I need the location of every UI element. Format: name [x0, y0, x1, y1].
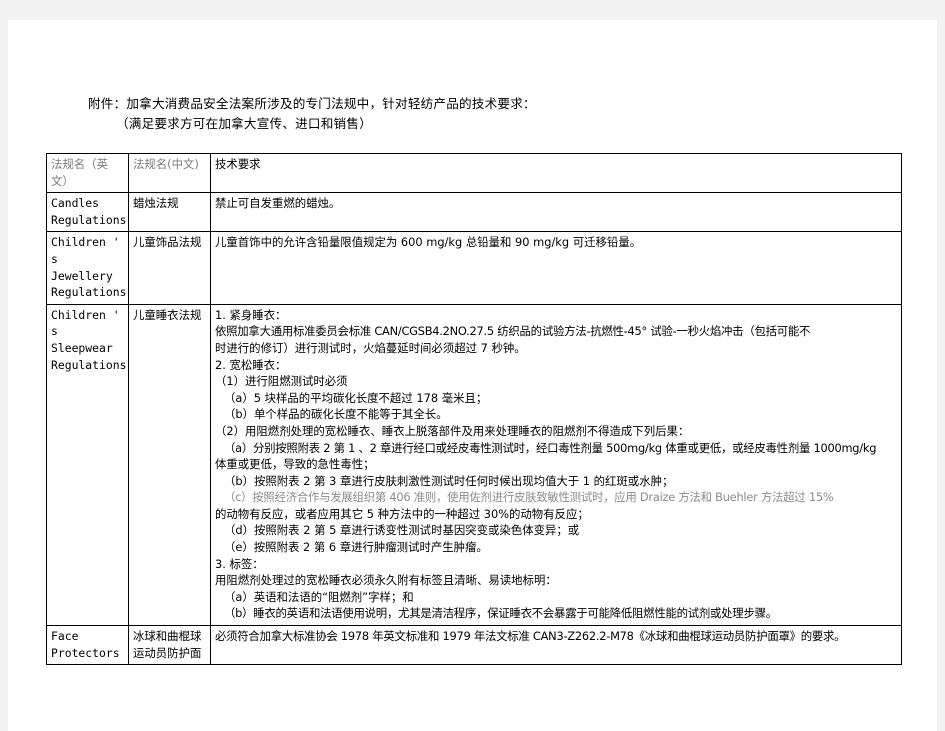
- regulation-chinese-name: 蜡烛法规: [128, 192, 211, 233]
- regulation-requirement: 禁止可自发重燃的蜡烛。: [210, 192, 902, 233]
- requirement-line: 必须符合加拿大标准协会 1978 年英文标准和 1979 年法文标准 CAN3-…: [215, 629, 846, 644]
- regulation-chinese-name: 冰球和曲棍球 运动员防护面: [128, 625, 211, 666]
- requirement-line: 的动物有反应，或者应用其它 5 种方法中的一种超过 30%的动物有反应；: [215, 506, 589, 521]
- table-row: Children ' s Sleepwear Regulations 儿童睡衣法…: [46, 303, 902, 627]
- regulation-requirement: 必须符合加拿大标准协会 1978 年英文标准和 1979 年法文标准 CAN3-…: [210, 625, 902, 666]
- column-header-technical-requirement: 技术要求: [210, 152, 902, 194]
- table-row: Children ' s Jewellery Regulations 儿童饰品法…: [46, 231, 902, 305]
- document-page: 附件：加拿大消费品安全法案所涉及的专门法规中，针对轻纺产品的技术要求： （满足要…: [8, 20, 937, 731]
- requirement-line: 禁止可自发重燃的蜡烛。: [215, 196, 341, 211]
- document-title-block: 附件：加拿大消费品安全法案所涉及的专门法规中，针对轻纺产品的技术要求： （满足要…: [88, 94, 937, 134]
- regulation-requirement: 1. 紧身睡衣： 依照加拿大通用标准委员会标准 CAN/CGSB4.2NO.27…: [210, 303, 902, 627]
- requirement-line: （b）按照附表 2 第 3 章进行皮肤刺激性测试时任何时候出现均值大于 1 的红…: [224, 473, 674, 488]
- requirement-line: （a）英语和法语的“阻燃剂”字样；和: [224, 589, 414, 604]
- table-row: Candles Regulations 蜡烛法规 禁止可自发重燃的蜡烛。: [46, 192, 902, 233]
- column-header-english-name: 法规名（英文）: [46, 152, 129, 194]
- requirement-line: （1）进行阻燃测试时必须: [215, 374, 348, 389]
- regulation-requirement: 儿童首饰中的允许含铅量限值规定为 600 mg/kg 总铅量和 90 mg/kg…: [210, 231, 902, 305]
- requirement-line: （b）睡衣的英语和法语使用说明，尤其是清洁程序，保证睡衣不会暴露于可能降低阻燃性…: [224, 606, 777, 621]
- requirement-line: （e）按照附表 2 第 6 章进行肿瘤测试时产生肿瘤。: [224, 540, 488, 555]
- regulation-english-name: Face Protectors: [46, 625, 129, 666]
- page-title: 附件：加拿大消费品安全法案所涉及的专门法规中，针对轻纺产品的技术要求：: [88, 96, 536, 111]
- regulations-table: 法规名（英文） 法规名(中文) 技术要求 Candles Regulations…: [46, 152, 902, 666]
- table-row: Face Protectors 冰球和曲棍球 运动员防护面 必须符合加拿大标准协…: [46, 625, 902, 666]
- requirement-line: 儿童首饰中的允许含铅量限值规定为 600 mg/kg 总铅量和 90 mg/kg…: [215, 235, 642, 250]
- requirement-line: 体重或更低，导致的急性毒性；: [215, 457, 375, 472]
- requirement-line: （a）5 块样品的平均碳化长度不超过 178 毫米且；: [224, 390, 488, 405]
- page-subtitle: （满足要求方可在加拿大宣传、进口和销售）: [116, 116, 372, 131]
- column-header-chinese-name: 法规名(中文): [128, 152, 211, 194]
- regulation-english-name: Candles Regulations: [46, 192, 129, 233]
- regulation-chinese-name: 儿童饰品法规: [128, 231, 211, 305]
- requirement-line: （c）按照经济合作与发展组织第 406 准则，使用佐剂进行皮肤致敏性测试时，应用…: [224, 490, 834, 505]
- requirement-line: 依照加拿大通用标准委员会标准 CAN/CGSB4.2NO.27.5 纺织品的试验…: [215, 324, 811, 339]
- requirement-line: 用阻燃剂处理过的宽松睡衣必须永久附有标签且清晰、易读地标明：: [215, 573, 557, 588]
- requirement-line: 时进行的修订）进行测试时，火焰蔓延时间必须超过 7 秒钟。: [215, 340, 526, 355]
- requirement-line: 2. 宽松睡衣：: [215, 357, 287, 372]
- regulation-english-name: Children ' s Sleepwear Regulations: [46, 303, 129, 627]
- requirement-line: （b）单个样品的碳化长度不能等于其全长。: [224, 407, 448, 422]
- requirement-line: 3. 标签：: [215, 556, 264, 571]
- requirement-line: （2）用阻燃剂处理的宽松睡衣、睡衣上脱落部件及用来处理睡衣的阻燃剂不得造成下列后…: [215, 423, 690, 438]
- regulation-chinese-name: 儿童睡衣法规: [128, 303, 211, 627]
- regulation-english-name: Children ' s Jewellery Regulations: [46, 231, 129, 305]
- requirement-line: （a）分别按照附表 2 第 1 、2 章进行经口或经皮毒性测试时，经口毒性剂量 …: [224, 440, 877, 455]
- requirement-line: （d）按照附表 2 第 5 章进行诱变性测试时基因突变或染色体变异；或: [224, 523, 580, 538]
- requirement-line: 1. 紧身睡衣：: [215, 307, 287, 322]
- table-header-row: 法规名（英文） 法规名(中文) 技术要求: [46, 152, 902, 194]
